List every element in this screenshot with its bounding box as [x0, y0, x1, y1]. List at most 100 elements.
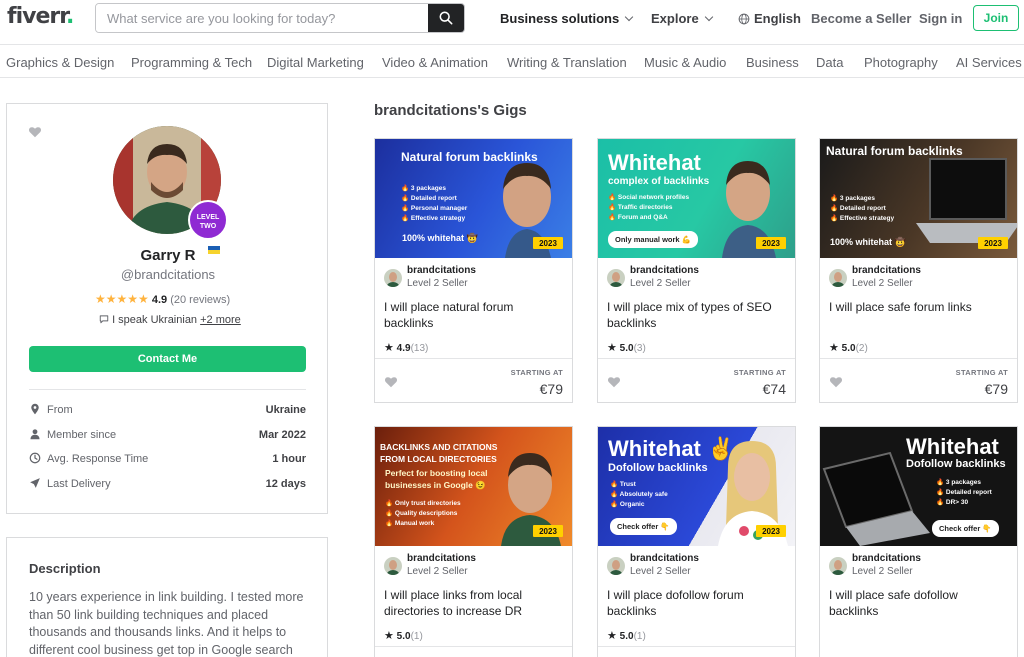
divider	[820, 358, 1017, 359]
year-tag: 2023	[756, 237, 786, 249]
category-item[interactable]: Writing & Translation	[507, 55, 627, 70]
ukraine-flag-icon	[208, 246, 220, 254]
category-item[interactable]: Digital Marketing	[267, 55, 364, 70]
gig-card[interactable]: Natural forum backlinks 🔥 3 packages 🔥 D…	[374, 138, 573, 403]
gig-seller-level: Level 2 Seller	[852, 566, 913, 577]
gig-thumbnail[interactable]: Whitehat Dofollow backlinks 🔥 3 packages…	[820, 427, 1017, 546]
gig-seller-level: Level 2 Seller	[407, 566, 468, 577]
category-item[interactable]: Video & Animation	[382, 55, 488, 70]
gig-card[interactable]: BACKLINKS AND CITATIONS FROM LOCAL DIREC…	[374, 426, 573, 657]
gig-thumbnail[interactable]: Natural forum backlinks 🔥 3 packages 🔥 D…	[820, 139, 1017, 258]
gig-rating: ★ 4.9(13)	[384, 342, 429, 354]
nav-business-solutions[interactable]: Business solutions	[500, 11, 634, 26]
starting-at-label: STARTING AT	[733, 368, 786, 377]
gig-title[interactable]: I will place links from local directorie…	[384, 587, 564, 619]
location-pin-icon	[31, 403, 39, 415]
gig-thumbnail[interactable]: Whitehat ✌ Dofollow backlinks 🔥 Trust 🔥 …	[598, 427, 795, 546]
fiverr-logo[interactable]: fiverr.	[7, 4, 74, 29]
gig-thumbnail[interactable]: Natural forum backlinks 🔥 3 packages 🔥 D…	[375, 139, 572, 258]
description-text: 10 years experience in link building. I …	[29, 590, 304, 657]
gig-card[interactable]: Whitehat ✌ Dofollow backlinks 🔥 Trust 🔥 …	[597, 426, 796, 657]
gig-seller-name[interactable]: brandcitations	[852, 265, 921, 276]
stat-last-delivery: Last Delivery 12 days	[29, 477, 306, 493]
person-icon	[30, 429, 40, 440]
category-item[interactable]: Business	[746, 55, 799, 70]
gig-seller-level: Level 2 Seller	[630, 566, 691, 577]
seller-username: @brandcitations	[120, 267, 216, 282]
year-tag: 2023	[978, 237, 1008, 249]
gig-price: €79	[539, 381, 563, 397]
category-item[interactable]: Photography	[864, 55, 938, 70]
divider	[598, 358, 795, 359]
seller-avatar-small	[607, 557, 625, 575]
nav-explore[interactable]: Explore	[651, 11, 713, 26]
gig-title[interactable]: I will place safe forum links	[829, 299, 1009, 315]
gig-rating: ★ 5.0(2)	[829, 342, 868, 354]
gig-card[interactable]: Whitehat Dofollow backlinks 🔥 3 packages…	[819, 426, 1018, 657]
category-item[interactable]: Data	[816, 55, 843, 70]
star-icon: ★	[384, 342, 394, 354]
seller-languages: I speak Ukrainian +2 more	[99, 313, 241, 326]
search-input[interactable]	[96, 4, 428, 32]
gig-thumbnail[interactable]: BACKLINKS AND CITATIONS FROM LOCAL DIREC…	[375, 427, 572, 546]
heart-icon[interactable]	[28, 125, 42, 139]
star-icon: ★	[384, 630, 394, 642]
gig-rating: ★ 5.0(1)	[607, 630, 646, 642]
year-tag: 2023	[533, 237, 563, 249]
stat-from: From Ukraine	[29, 403, 306, 419]
gig-title[interactable]: I will place natural forum backlinks	[384, 299, 564, 331]
gig-rating: ★ 5.0(1)	[384, 630, 423, 642]
gig-title[interactable]: I will place safe dofollow backlinks	[829, 587, 1009, 619]
seller-name: Garry R	[140, 247, 196, 264]
search-icon	[439, 11, 453, 25]
gig-title[interactable]: I will place dofollow forum backlinks	[607, 587, 787, 619]
star-rating-icon: ★★★★★	[95, 292, 149, 306]
divider	[598, 646, 795, 647]
heart-icon[interactable]	[607, 375, 621, 389]
seller-avatar-small	[384, 557, 402, 575]
gig-seller-name[interactable]: brandcitations	[407, 553, 476, 564]
seller-avatar: LEVEL TWO	[113, 126, 228, 240]
chat-icon	[99, 315, 109, 324]
gig-title[interactable]: I will place mix of types of SEO backlin…	[607, 299, 787, 331]
star-icon: ★	[607, 342, 617, 354]
category-item[interactable]: Programming & Tech	[131, 55, 252, 70]
divider	[375, 646, 572, 647]
gig-price: €74	[762, 381, 786, 397]
gig-seller-name[interactable]: brandcitations	[852, 553, 921, 564]
gig-seller-name[interactable]: brandcitations	[630, 553, 699, 564]
heart-icon[interactable]	[384, 375, 398, 389]
category-item[interactable]: Graphics & Design	[6, 55, 114, 70]
search-bar	[95, 3, 465, 33]
gig-rating: ★ 5.0(3)	[607, 342, 646, 354]
divider	[375, 358, 572, 359]
nav-language[interactable]: English	[738, 11, 801, 26]
starting-at-label: STARTING AT	[955, 368, 1008, 377]
star-icon: ★	[829, 342, 839, 354]
gig-seller-name[interactable]: brandcitations	[630, 265, 699, 276]
gig-thumbnail[interactable]: Whitehat complex of backlinks 🔥 Social n…	[598, 139, 795, 258]
starting-at-label: STARTING AT	[510, 368, 563, 377]
heart-icon[interactable]	[829, 375, 843, 389]
gig-seller-name[interactable]: brandcitations	[407, 265, 476, 276]
gig-seller-level: Level 2 Seller	[630, 278, 691, 289]
category-item[interactable]: AI Services	[956, 55, 1022, 70]
more-languages-link[interactable]: +2 more	[200, 314, 241, 326]
contact-me-button[interactable]: Contact Me	[29, 346, 306, 372]
gig-card[interactable]: Whitehat complex of backlinks 🔥 Social n…	[597, 138, 796, 403]
nav-sign-in[interactable]: Sign in	[919, 11, 962, 26]
category-menu: Graphics & Design Programming & Tech Dig…	[0, 44, 1024, 78]
nav-become-seller[interactable]: Become a Seller	[811, 11, 911, 26]
level-two-badge: LEVEL TWO	[188, 200, 228, 240]
seller-avatar-small	[829, 557, 847, 575]
join-button[interactable]: Join	[973, 5, 1019, 31]
search-button[interactable]	[428, 4, 464, 32]
gig-card[interactable]: Natural forum backlinks 🔥 3 packages 🔥 D…	[819, 138, 1018, 403]
review-count[interactable]: (20 reviews)	[170, 294, 230, 306]
chevron-down-icon	[704, 12, 713, 22]
gig-seller-level: Level 2 Seller	[407, 278, 468, 289]
stat-response-time: Avg. Response Time 1 hour	[29, 452, 306, 468]
seller-profile-card: LEVEL TWO Garry R @brandcitations ★★★★★ 4…	[6, 103, 328, 514]
category-item[interactable]: Music & Audio	[644, 55, 726, 70]
description-card: Description 10 years experience in link …	[6, 537, 328, 657]
